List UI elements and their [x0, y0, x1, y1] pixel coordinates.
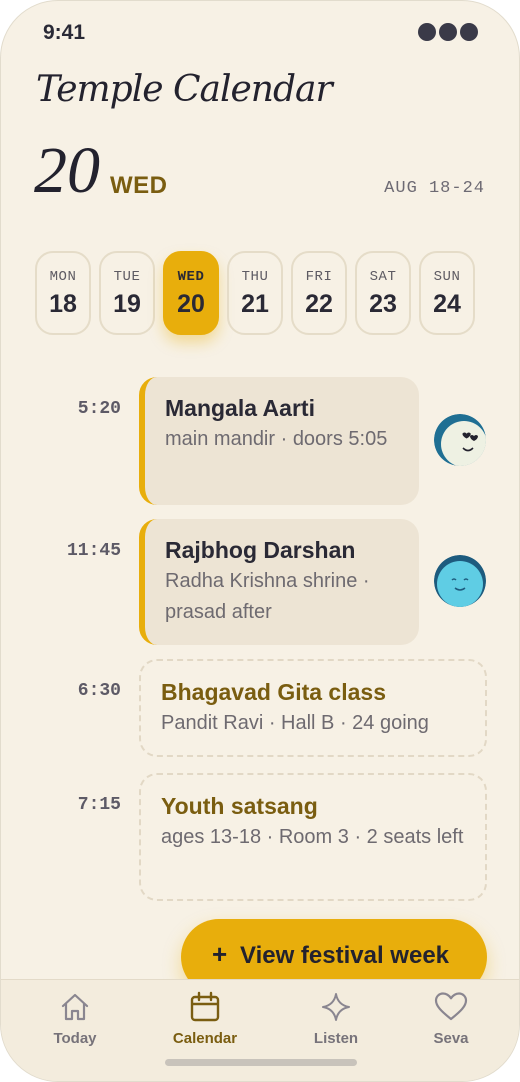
plus-icon: +: [212, 939, 228, 969]
event-time: 7:15: [77, 795, 121, 815]
tab-listen[interactable]: Listen: [306, 990, 366, 1047]
event-title: Youth satsang: [161, 793, 318, 819]
day-chip-date: 21: [241, 290, 269, 318]
event-title: Mangala Aarti: [165, 395, 315, 421]
week-day-strip: MON 18 TUE 19 WED 20 THU 21 FRI 22 SAT 2…: [35, 251, 475, 335]
home-indicator[interactable]: [165, 1059, 357, 1066]
heart-icon: [421, 990, 481, 1024]
event-card-mangala-aarti[interactable]: Mangala Aarti main mandir · doors 5:05: [139, 377, 419, 505]
day-chip-dow: TUE: [113, 269, 141, 285]
attendee-avatar[interactable]: [434, 414, 486, 466]
sparkle-icon: [306, 990, 366, 1024]
tab-label: Today: [53, 1030, 97, 1047]
event-card-gita-class[interactable]: Bhagavad Gita class Pandit Ravi · Hall B…: [139, 659, 487, 757]
day-chip-date: 18: [49, 290, 77, 318]
selected-day-number: 20: [34, 134, 100, 207]
day-chip-dow: MON: [49, 269, 77, 285]
day-chip-dow: THU: [241, 269, 269, 285]
tab-bar: Today Calendar Listen Seva: [1, 979, 519, 1081]
day-chip-wed[interactable]: WED 20: [163, 251, 219, 335]
event-subtitle: Pandit Ravi · Hall B · 24 going: [161, 712, 429, 734]
day-chip-date: 24: [433, 290, 461, 318]
day-chip-dow: SUN: [433, 269, 461, 285]
tab-label: Calendar: [172, 1030, 238, 1047]
day-chip-dow: SAT: [369, 269, 397, 285]
day-chip-dow: WED: [177, 269, 205, 285]
calendar-icon: [165, 990, 245, 1024]
page-title: Temple Calendar: [36, 69, 333, 110]
day-chip-dow: FRI: [305, 269, 333, 285]
event-time: 5:20: [77, 399, 121, 419]
day-chip-date: 22: [305, 290, 333, 318]
tab-label: Listen: [313, 1030, 359, 1047]
week-range: AUG 18-24: [384, 179, 485, 198]
event-card-rajbhog-darshan[interactable]: Rajbhog Darshan Radha Krishna shrine · p…: [139, 519, 419, 645]
day-chip-thu[interactable]: THU 21: [227, 251, 283, 335]
day-chip-date: 20: [177, 290, 205, 318]
attendee-avatar[interactable]: [434, 555, 486, 607]
tab-seva[interactable]: Seva: [421, 990, 481, 1047]
phone-screen: 9:41 Temple Calendar 20 WED AUG 18-24 MO…: [0, 0, 520, 1082]
day-chip-mon[interactable]: MON 18: [35, 251, 91, 335]
event-time: 6:30: [77, 681, 121, 701]
day-chip-fri[interactable]: FRI 22: [291, 251, 347, 335]
event-subtitle: ages 13-18 · Room 3 · 2 seats left: [161, 826, 464, 848]
tab-label: Seva: [433, 1030, 469, 1047]
home-icon: [45, 990, 105, 1024]
tab-today[interactable]: Today: [45, 990, 105, 1047]
event-title: Bhagavad Gita class: [161, 679, 386, 705]
day-chip-tue[interactable]: TUE 19: [99, 251, 155, 335]
event-subtitle: Radha Krishna shrine · prasad after: [165, 570, 370, 623]
selected-day-name: WED: [110, 172, 168, 199]
view-festival-week-label: View festival week: [240, 942, 450, 969]
event-title: Rajbhog Darshan: [165, 537, 356, 563]
status-dots-icon: [418, 23, 478, 41]
day-chip-sat[interactable]: SAT 23: [355, 251, 411, 335]
event-time: 11:45: [66, 541, 121, 561]
day-chip-date: 23: [369, 290, 397, 318]
status-time: 9:41: [43, 21, 86, 44]
event-subtitle: main mandir · doors 5:05: [165, 428, 388, 450]
day-chip-date: 19: [113, 290, 141, 318]
tab-calendar[interactable]: Calendar: [165, 990, 245, 1047]
day-chip-sun[interactable]: SUN 24: [419, 251, 475, 335]
event-card-youth-satsang[interactable]: Youth satsang ages 13-18 · Room 3 · 2 se…: [139, 773, 487, 901]
